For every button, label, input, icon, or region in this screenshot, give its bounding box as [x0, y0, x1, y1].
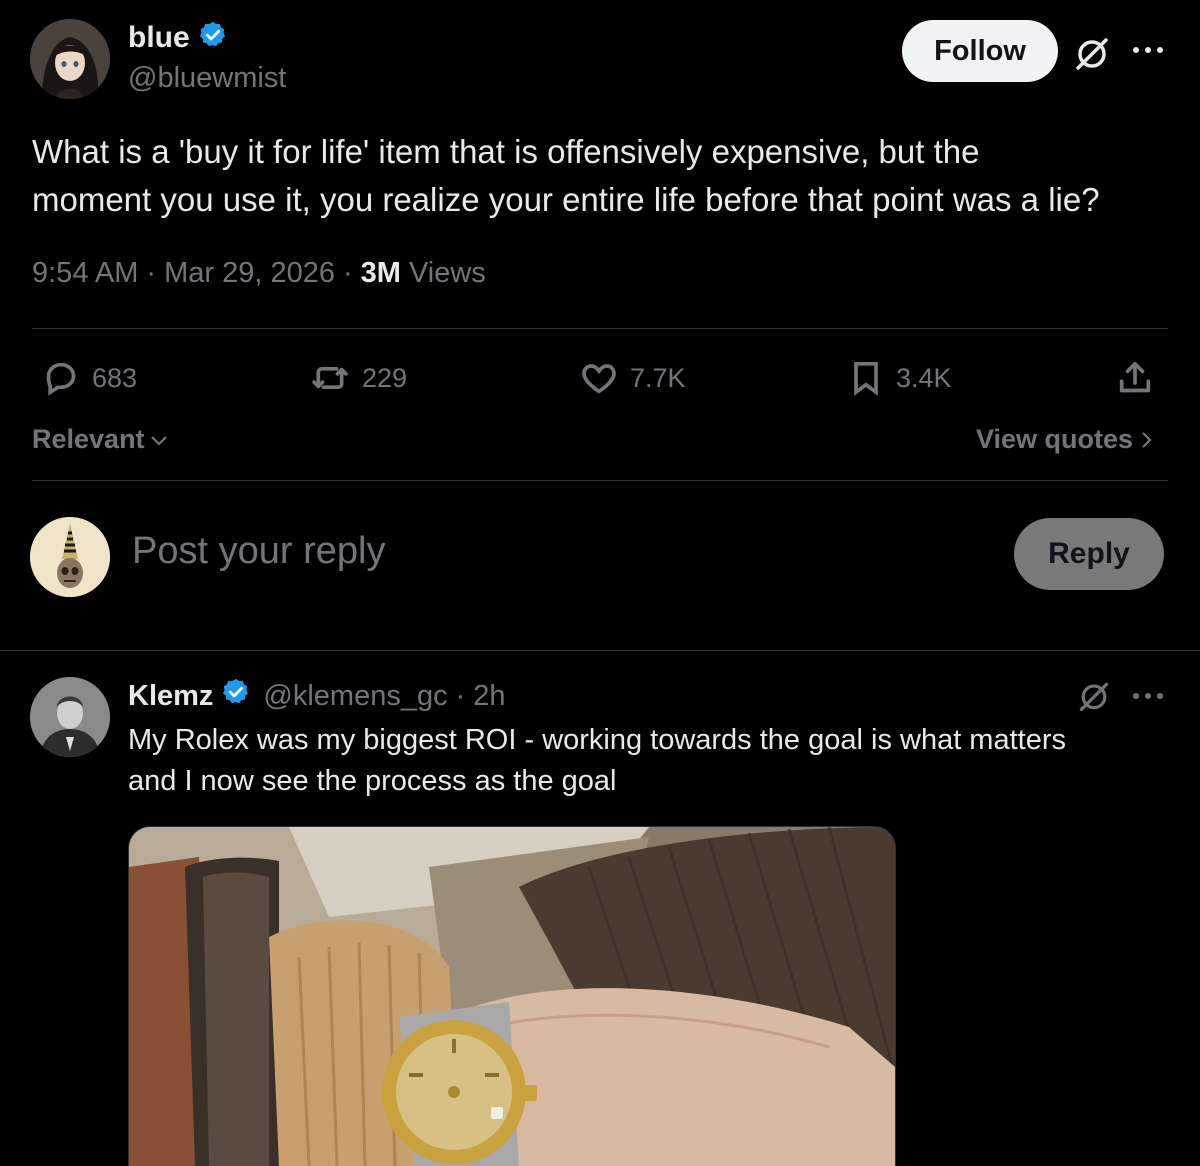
- user-avatar[interactable]: [30, 517, 110, 597]
- meta-separator: ·: [146, 257, 157, 289]
- repost-count: 229: [362, 362, 408, 393]
- author-avatar[interactable]: [30, 19, 110, 99]
- meta-separator: ·: [455, 679, 466, 712]
- view-quotes-label: View quotes: [976, 424, 1134, 454]
- repost-action[interactable]: 229: [308, 358, 407, 398]
- grok-icon[interactable]: [1072, 33, 1112, 73]
- reply-input[interactable]: Post your reply: [132, 530, 385, 573]
- reply-text-line: My Rolex was my biggest ROI - working to…: [128, 724, 1066, 756]
- views-label: Views: [408, 257, 486, 289]
- more-icon[interactable]: [1130, 686, 1166, 706]
- chevron-right-icon: [1142, 431, 1152, 448]
- view-quotes-link[interactable]: View quotes: [976, 424, 1157, 455]
- divider: [32, 328, 1168, 329]
- post-time[interactable]: 9:54 AM: [32, 257, 138, 290]
- like-action[interactable]: 7.7K: [578, 358, 686, 398]
- share-icon: [1119, 362, 1151, 393]
- reply-icon: [46, 362, 76, 396]
- grok-icon[interactable]: [1076, 678, 1112, 714]
- verified-badge-icon: [221, 677, 251, 715]
- reply-text: My Rolex was my biggest ROI - working to…: [128, 720, 1178, 802]
- post-text: What is a 'buy it for life' item that is…: [32, 128, 1182, 224]
- bookmark-count: 3.4K: [896, 362, 952, 393]
- bookmark-icon: [854, 362, 878, 396]
- bookmark-action[interactable]: 3.4K: [846, 358, 952, 398]
- divider: [32, 480, 1168, 481]
- sort-dropdown[interactable]: Relevant: [32, 424, 171, 455]
- reply-author-avatar[interactable]: [30, 677, 110, 757]
- reply-action[interactable]: 683: [40, 358, 137, 398]
- more-icon[interactable]: [1130, 40, 1166, 60]
- reply-author-name[interactable]: Klemz: [128, 680, 213, 713]
- divider: [0, 650, 1200, 651]
- post-meta: 9:54 AM · Mar 29, 2026 · 3M Views: [32, 257, 486, 290]
- post-text-line: moment you use it, you realize your enti…: [32, 181, 1100, 218]
- author-handle[interactable]: @bluewmist: [128, 62, 286, 95]
- meta-separator: ·: [342, 257, 353, 289]
- share-action[interactable]: [1114, 358, 1156, 398]
- post-text-line: What is a 'buy it for life' item that is…: [32, 133, 980, 170]
- post-date[interactable]: Mar 29, 2026: [164, 257, 335, 290]
- author-name[interactable]: blue: [128, 21, 190, 55]
- sort-label: Relevant: [32, 424, 145, 454]
- reply-time[interactable]: 2h: [473, 680, 505, 713]
- reply-author-handle[interactable]: @klemens_gc: [263, 680, 447, 713]
- chevron-down-icon: [150, 435, 167, 446]
- reply-media-image[interactable]: [128, 826, 896, 1166]
- views-count: 3M: [360, 257, 401, 289]
- reply-text-line: and I now see the process as the goal: [128, 765, 617, 797]
- like-count: 7.7K: [630, 362, 686, 393]
- like-icon: [582, 364, 616, 394]
- repost-icon: [312, 367, 348, 389]
- verified-badge-icon: [198, 20, 228, 55]
- reply-count: 683: [92, 362, 138, 393]
- reply-button[interactable]: Reply: [1014, 518, 1164, 590]
- follow-button[interactable]: Follow: [902, 20, 1058, 82]
